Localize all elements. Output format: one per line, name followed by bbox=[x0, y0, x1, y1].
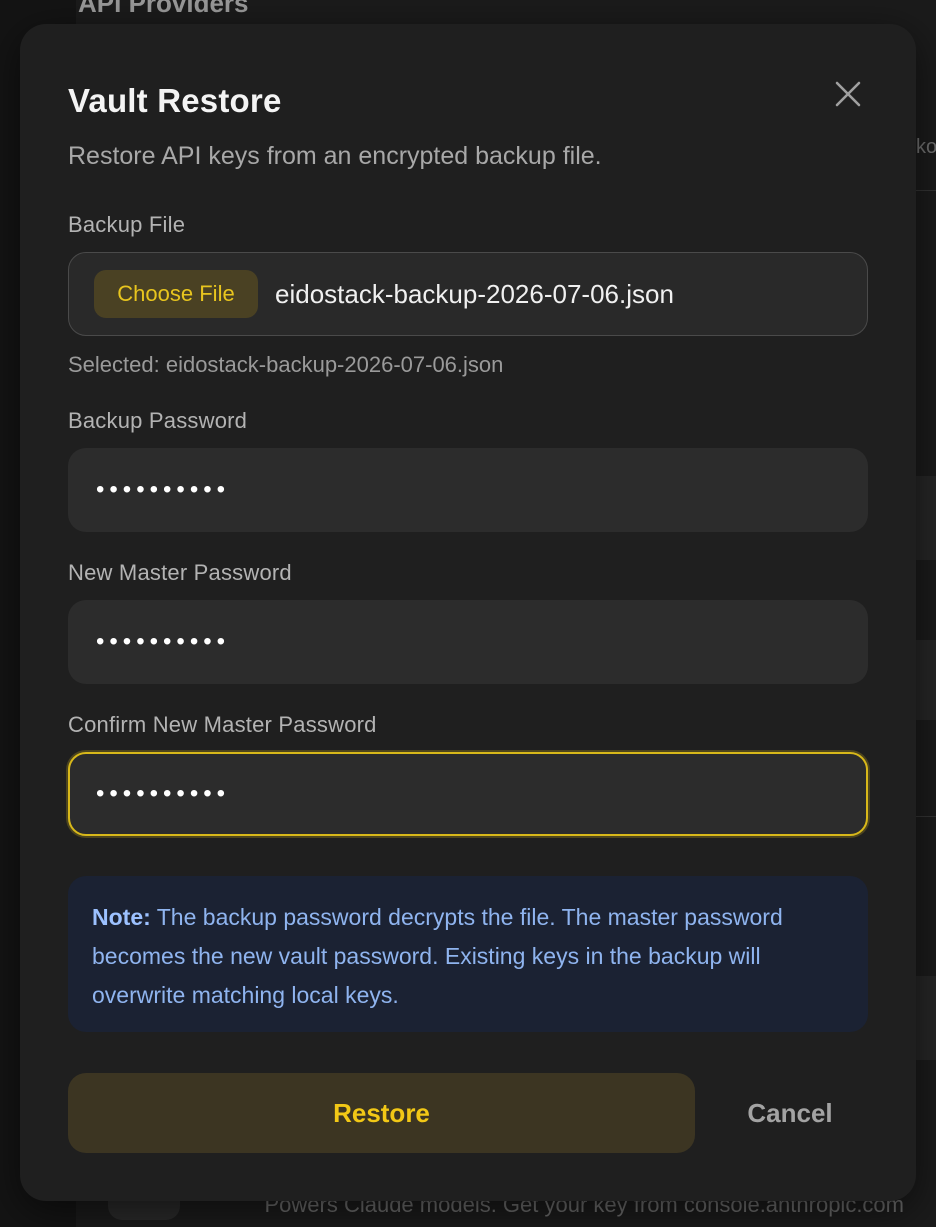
vault-restore-modal: Vault Restore Restore API keys from an e… bbox=[20, 24, 916, 1201]
modal-title: Vault Restore bbox=[68, 82, 282, 119]
backup-file-label: Backup File bbox=[68, 212, 186, 237]
selected-file-hint: Selected: eidostack-backup-2026-07-06.js… bbox=[68, 352, 504, 377]
confirm-master-password-input[interactable]: •••••••••• bbox=[68, 752, 868, 836]
background-edge-text: ko bbox=[916, 136, 936, 158]
restore-note: Note: The backup password decrypts the f… bbox=[68, 876, 868, 1032]
backup-file-input[interactable]: Choose File eidostack-backup-2026-07-06.… bbox=[68, 252, 868, 336]
modal-description: Restore API keys from an encrypted backu… bbox=[68, 142, 602, 170]
restore-button[interactable]: Restore bbox=[68, 1073, 695, 1153]
backup-password-label: Backup Password bbox=[68, 408, 248, 433]
choose-file-button[interactable]: Choose File bbox=[94, 270, 258, 318]
cancel-button[interactable]: Cancel bbox=[720, 1073, 860, 1153]
note-text: The backup password decrypts the file. T… bbox=[92, 904, 783, 1008]
background-page-title: API Providers bbox=[78, 0, 249, 18]
new-master-password-label: New Master Password bbox=[68, 560, 292, 585]
note-label: Note: bbox=[92, 904, 151, 930]
backup-password-input[interactable]: •••••••••• bbox=[68, 448, 868, 532]
selected-file-name: eidostack-backup-2026-07-06.json bbox=[275, 279, 674, 309]
close-icon bbox=[835, 81, 861, 107]
new-master-password-input[interactable]: •••••••••• bbox=[68, 600, 868, 684]
close-button[interactable] bbox=[828, 74, 868, 114]
confirm-master-password-label: Confirm New Master Password bbox=[68, 712, 377, 737]
